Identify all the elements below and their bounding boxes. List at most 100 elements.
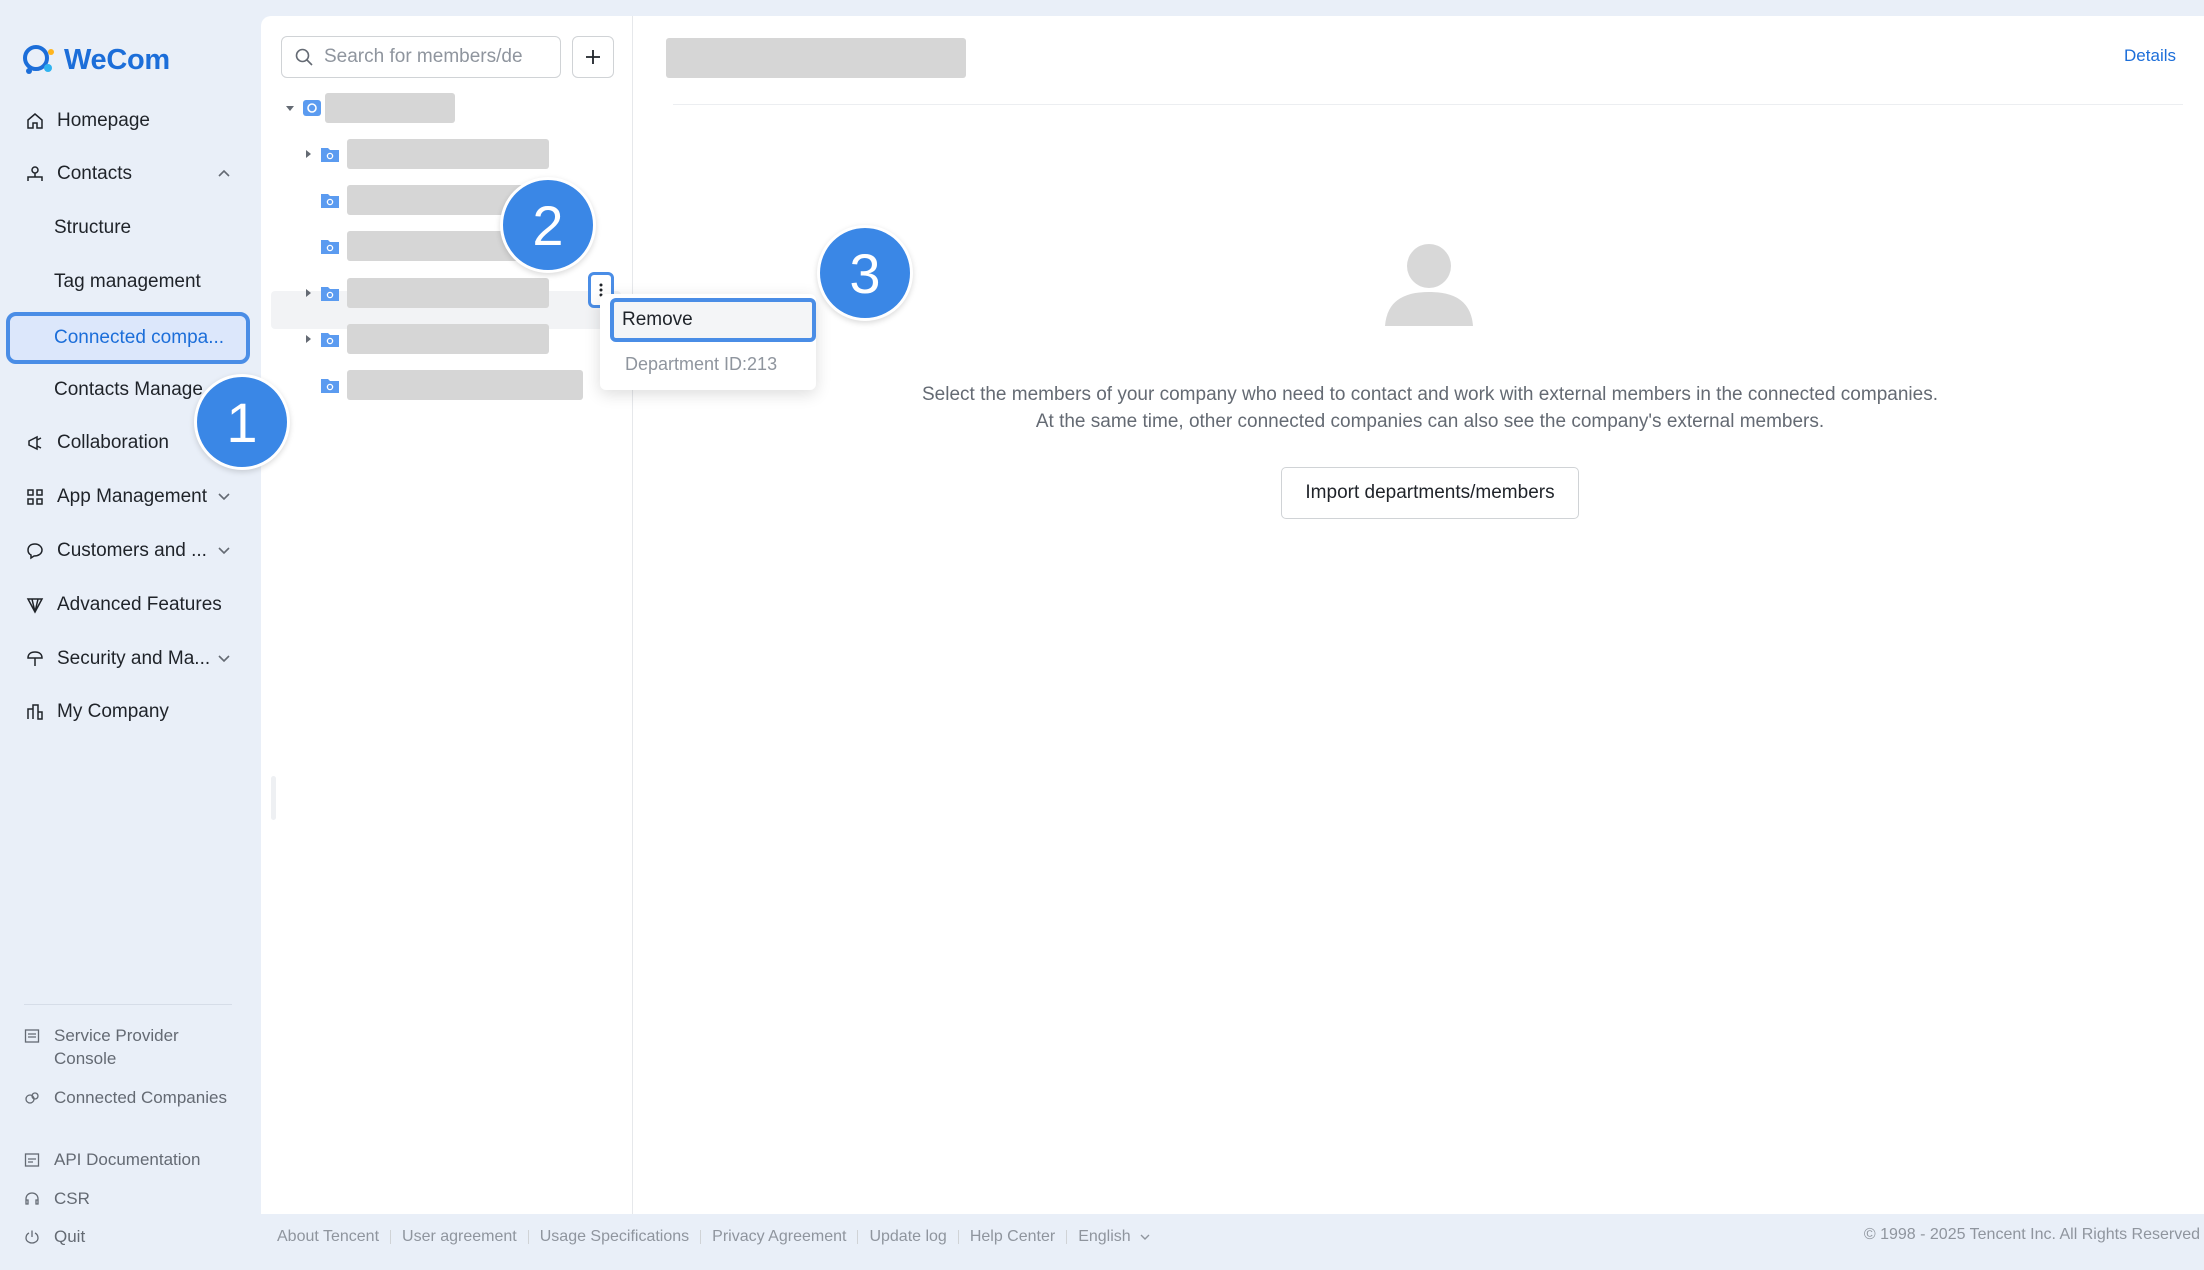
tree-node[interactable] xyxy=(301,228,519,264)
company-icon xyxy=(303,100,321,116)
copyright: © 1998 - 2025 Tencent Inc. All Rights Re… xyxy=(1863,1226,2200,1243)
tree-node-root[interactable] xyxy=(283,90,455,126)
step-badge-3: 3 xyxy=(817,225,913,321)
chevron-up-icon[interactable] xyxy=(216,165,232,181)
search-box[interactable] xyxy=(281,36,561,78)
nav-security-label: Security and Ma... xyxy=(57,648,211,669)
redacted-name xyxy=(347,370,583,400)
wecom-logo[interactable]: WeCom xyxy=(20,40,170,80)
folder-icon xyxy=(321,240,339,254)
tree-node[interactable] xyxy=(301,136,549,172)
nav-tag-management[interactable]: Tag management xyxy=(6,258,250,306)
footer: About Tencent User agreement Usage Speci… xyxy=(277,1226,1151,1248)
department-id-label: Department ID:213 xyxy=(625,354,778,374)
nav-my-company[interactable]: My Company xyxy=(6,688,250,736)
step-badge-1: 1 xyxy=(194,374,290,470)
nav-advanced-features-label: Advanced Features xyxy=(57,594,222,615)
redacted-name xyxy=(347,324,549,354)
language-selector[interactable]: English xyxy=(1078,1228,1130,1246)
chevron-down-icon[interactable] xyxy=(216,542,232,558)
nav-contacts-label: Contacts xyxy=(57,163,132,184)
folder-icon xyxy=(321,333,339,347)
footer-link[interactable]: Update log xyxy=(869,1228,946,1246)
add-button[interactable] xyxy=(572,36,614,78)
remove-menu-item[interactable]: Remove xyxy=(610,298,816,342)
footer-link[interactable]: Usage Specifications xyxy=(540,1228,689,1246)
nav-my-company-label: My Company xyxy=(57,701,169,722)
bottom-connected-companies[interactable]: Connected Companies xyxy=(24,1086,244,1109)
nav-structure[interactable]: Structure xyxy=(6,204,250,252)
nav-homepage-label: Homepage xyxy=(57,110,150,131)
tree-node[interactable] xyxy=(301,367,583,403)
folder-icon xyxy=(321,379,339,393)
chevron-down-icon[interactable] xyxy=(216,488,232,504)
empty-state-line-1: Select the members of your company who n… xyxy=(922,384,1938,405)
import-departments-button[interactable]: Import departments/members xyxy=(1281,467,1579,519)
search-input[interactable] xyxy=(324,46,544,68)
sidebar: WeCom Homepage Contacts Structure Tag ma… xyxy=(0,0,260,1270)
empty-state-text: Select the members of your company who n… xyxy=(661,381,2199,435)
bottom-connected-label: Connected Companies xyxy=(54,1088,227,1107)
redacted-name xyxy=(347,231,519,261)
redacted-title xyxy=(666,38,966,78)
chat-bubble-icon xyxy=(24,540,46,562)
bottom-api-documentation[interactable]: API Documentation xyxy=(24,1148,244,1171)
person-placeholder-icon xyxy=(1385,244,1473,326)
company-building-icon xyxy=(24,701,46,723)
chevron-down-icon[interactable] xyxy=(1139,1231,1151,1243)
link-icon xyxy=(24,1089,42,1107)
nav-app-management-label: App Management xyxy=(57,486,207,507)
nav-homepage[interactable]: Homepage xyxy=(6,97,250,145)
bottom-service-provider-label: Service Provider Console xyxy=(54,1026,179,1068)
brand-name: WeCom xyxy=(64,43,170,76)
bottom-quit-label: Quit xyxy=(54,1227,86,1246)
search-icon xyxy=(295,48,313,66)
apps-grid-icon xyxy=(24,486,46,508)
console-icon xyxy=(24,1027,42,1045)
folder-icon xyxy=(321,287,339,301)
tree-node-selected[interactable] xyxy=(301,275,549,311)
nav-contacts[interactable]: Contacts xyxy=(6,150,250,198)
footer-link[interactable]: Privacy Agreement xyxy=(712,1228,846,1246)
bottom-api-label: API Documentation xyxy=(54,1150,201,1169)
plus-icon xyxy=(586,50,600,64)
footer-link[interactable]: User agreement xyxy=(402,1228,517,1246)
resize-handle[interactable] xyxy=(271,776,276,820)
step-badge-2: 2 xyxy=(500,177,596,273)
nav-collaboration-label: Collaboration xyxy=(57,432,169,453)
bottom-quit[interactable]: Quit xyxy=(24,1225,244,1248)
collaboration-icon xyxy=(24,432,46,454)
context-menu: Remove Department ID:213 xyxy=(600,294,816,390)
nav-app-management[interactable]: App Management xyxy=(6,473,250,521)
details-link[interactable]: Details xyxy=(2124,46,2176,66)
document-icon xyxy=(24,1151,42,1169)
folder-icon xyxy=(321,194,339,208)
nav-customers[interactable]: Customers and ... xyxy=(6,527,250,575)
nav-structure-label: Structure xyxy=(54,217,132,238)
tree-node[interactable] xyxy=(301,182,527,218)
bottom-service-provider-console[interactable]: Service Provider Console xyxy=(24,1024,244,1070)
footer-link[interactable]: About Tencent xyxy=(277,1228,379,1246)
caret-right-icon[interactable] xyxy=(301,332,315,346)
nav-connected-companies[interactable]: Connected compa... xyxy=(6,312,250,364)
header-divider xyxy=(673,104,2183,105)
caret-right-icon[interactable] xyxy=(301,286,315,300)
empty-state-line-2: At the same time, other connected compan… xyxy=(1035,411,1825,432)
chevron-down-icon[interactable] xyxy=(216,650,232,666)
nav-connected-companies-label: Connected compa... xyxy=(54,327,225,348)
caret-right-icon[interactable] xyxy=(301,147,315,161)
contacts-icon xyxy=(24,163,46,185)
tree-node[interactable] xyxy=(301,321,549,357)
nav-customers-label: Customers and ... xyxy=(57,540,207,561)
redacted-name xyxy=(347,278,549,308)
nav-security[interactable]: Security and Ma... xyxy=(6,635,250,683)
wecom-logo-icon xyxy=(23,45,54,74)
footer-link[interactable]: Help Center xyxy=(970,1228,1055,1246)
caret-down-icon[interactable] xyxy=(283,101,297,115)
redacted-name xyxy=(347,139,549,169)
nav-advanced-features[interactable]: Advanced Features xyxy=(6,581,250,629)
nav-tag-management-label: Tag management xyxy=(54,271,201,292)
bottom-csr[interactable]: CSR xyxy=(24,1187,244,1210)
folder-icon xyxy=(321,148,339,162)
remove-label: Remove xyxy=(622,309,693,330)
